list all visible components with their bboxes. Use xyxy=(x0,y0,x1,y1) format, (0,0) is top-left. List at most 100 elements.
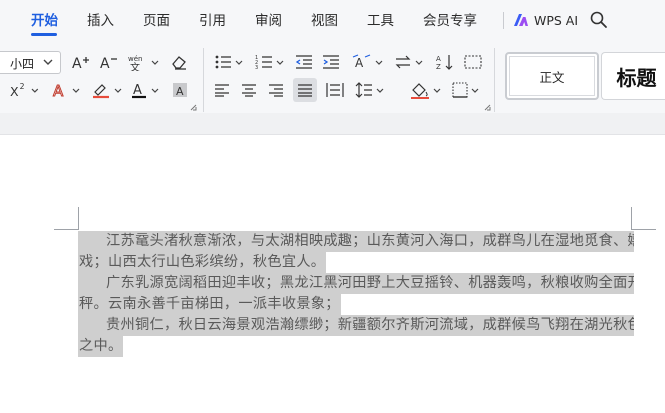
tab-page[interactable]: 页面 xyxy=(143,12,170,30)
wps-ai-label: WPS AI xyxy=(534,12,579,28)
wps-ai-button[interactable]: WPS AI xyxy=(513,11,578,29)
search-button[interactable] xyxy=(589,10,609,30)
sort-button[interactable]: A Z xyxy=(434,52,456,72)
tab-references[interactable]: 引用 xyxy=(199,12,226,30)
char-shading-button[interactable]: A xyxy=(170,80,190,100)
align-right-button[interactable] xyxy=(266,80,286,100)
tab-insert[interactable]: 插入 xyxy=(87,12,114,30)
align-left-button[interactable] xyxy=(212,80,232,100)
chevron-down-icon xyxy=(151,60,158,65)
line-spacing-icon xyxy=(355,82,372,98)
tab-start[interactable]: 开始 xyxy=(31,12,58,30)
selected-text[interactable]: 广东乳源宽阔稻田迎丰收；黑龙江黑河田野上大豆摇铃、机器轰鸣，秋粮收购全面开 xyxy=(78,273,634,294)
selected-text[interactable]: 江苏鼋头渚秋意渐浓，与太湖相映成趣；山东黄河入海口，成群鸟儿在湿地觅食、嬉 xyxy=(78,231,634,252)
phonetic-guide-button[interactable]: wén 文 xyxy=(127,52,159,72)
sort-icon: A Z xyxy=(436,55,453,70)
margin-corner-right xyxy=(631,207,656,230)
tab-view[interactable]: 视图 xyxy=(311,12,338,30)
svg-text:A: A xyxy=(53,82,64,99)
tab-tools[interactable]: 工具 xyxy=(367,12,394,30)
grow-font-button[interactable]: A xyxy=(70,52,92,72)
shrink-font-icon: A xyxy=(100,56,117,71)
style-normal-card[interactable]: 正文 xyxy=(505,52,599,100)
style-gallery: 正文 标题 xyxy=(502,52,665,100)
text-line: 戏；山西太行山色彩缤纷，秋色宜人。 xyxy=(78,252,634,273)
font-size-value: 小四 xyxy=(10,57,35,71)
chevron-down-icon xyxy=(433,88,440,93)
margin-corner-left xyxy=(54,207,79,230)
chevron-down-icon xyxy=(43,59,53,65)
justify-button[interactable] xyxy=(293,78,317,102)
align-justify-icon xyxy=(298,84,312,97)
numbered-list-button[interactable]: 1 2 3 xyxy=(253,52,285,72)
highlight-button[interactable] xyxy=(89,80,123,100)
paragraph-dialog-launcher-icon[interactable] xyxy=(484,104,491,111)
bullet-list-icon xyxy=(215,55,231,69)
text-line: 之中。 xyxy=(78,336,634,357)
table-grid-icon xyxy=(464,55,482,69)
svg-text:3: 3 xyxy=(255,65,258,70)
chevron-down-icon xyxy=(276,60,283,65)
paint-bucket-icon xyxy=(410,83,429,99)
text-line: 秤。云南永善千亩梯田，一派丰收景象； xyxy=(78,294,634,315)
menu-bar: 开始 插入 页面 引用 审阅 视图 工具 会员专享 WPS AI xyxy=(0,0,665,40)
shading-button[interactable] xyxy=(409,80,441,100)
decrease-indent-button[interactable] xyxy=(294,52,314,72)
selected-text[interactable]: 贵州铜仁，秋日云海景观浩瀚缥缈；新疆额尔齐斯河流域，成群候鸟飞翔在湖光秋色 xyxy=(78,315,634,336)
bullet-list-button[interactable] xyxy=(212,52,244,72)
tab-review[interactable]: 审阅 xyxy=(255,12,282,30)
align-center-button[interactable] xyxy=(239,80,259,100)
border-icon xyxy=(451,82,468,98)
chevron-down-icon xyxy=(114,88,121,93)
phonetic-guide-icon: wén 文 xyxy=(128,55,142,71)
text-direction-icon: A xyxy=(352,54,370,70)
line-spacing-button[interactable] xyxy=(353,80,385,100)
svg-text:A: A xyxy=(133,83,142,98)
active-tab-indicator xyxy=(31,33,57,36)
ribbon-group-separator xyxy=(494,48,495,112)
svg-text:A: A xyxy=(355,56,364,70)
clear-format-button[interactable] xyxy=(168,52,190,72)
svg-text:2: 2 xyxy=(20,82,25,91)
font-color-button[interactable]: A xyxy=(129,80,159,100)
selected-text[interactable]: 戏；山西太行山色彩缤纷，秋色宜人。 xyxy=(78,252,327,273)
superscript-button[interactable]: X 2 xyxy=(9,80,39,100)
distribute-icon xyxy=(326,83,344,97)
text-effect-icon: A xyxy=(52,82,64,100)
ribbon-group-separator xyxy=(203,48,204,112)
font-color-icon: A xyxy=(131,83,146,99)
show-marks-button[interactable] xyxy=(462,52,484,72)
svg-text:Z: Z xyxy=(436,63,441,70)
text-line: 广东乳源宽阔稻田迎丰收；黑龙江黑河田野上大豆摇铃、机器轰鸣，秋粮收购全面开 xyxy=(78,273,634,294)
chevron-down-icon xyxy=(151,88,158,93)
text-effect-button[interactable]: A xyxy=(50,80,80,100)
style-heading-label: 标题 xyxy=(616,65,657,90)
ribbon-footer xyxy=(0,113,665,135)
svg-text:A: A xyxy=(72,56,82,71)
line-break-button[interactable] xyxy=(393,52,423,72)
font-dialog-launcher-icon[interactable] xyxy=(190,104,197,111)
wps-ai-logo-icon xyxy=(514,14,528,26)
distributed-align-button[interactable] xyxy=(324,80,346,100)
shrink-font-button[interactable]: A xyxy=(98,52,120,72)
selected-text[interactable]: 之中。 xyxy=(78,336,124,357)
text-line: 江苏鼋头渚秋意渐浓，与太湖相映成趣；山东黄河入海口，成群鸟儿在湿地觅食、嬉 xyxy=(78,231,634,252)
style-heading-card[interactable]: 标题 xyxy=(601,52,665,100)
chevron-down-icon xyxy=(415,60,422,65)
align-center-icon xyxy=(242,84,256,97)
selected-text[interactable]: 秤。云南永善千亩梯田，一派丰收景象； xyxy=(78,294,341,315)
text-direction-button[interactable]: A xyxy=(351,52,383,72)
svg-text:A: A xyxy=(176,85,184,98)
tab-member[interactable]: 会员专享 xyxy=(423,12,477,30)
font-size-select[interactable]: 小四 xyxy=(0,51,61,74)
document-canvas[interactable]: 江苏鼋头渚秋意渐浓，与太湖相映成趣；山东黄河入海口，成群鸟儿在湿地觅食、嬉 戏；… xyxy=(0,135,665,413)
document-text-body[interactable]: 江苏鼋头渚秋意渐浓，与太湖相映成趣；山东黄河入海口，成群鸟儿在湿地觅食、嬉 戏；… xyxy=(78,231,634,357)
chevron-down-icon xyxy=(375,60,382,65)
align-right-icon xyxy=(269,84,283,97)
svg-text:wén: wén xyxy=(128,55,142,63)
svg-text:文: 文 xyxy=(130,61,140,71)
chevron-down-icon xyxy=(235,60,242,65)
borders-button[interactable] xyxy=(451,80,479,100)
increase-indent-button[interactable] xyxy=(321,52,341,72)
style-normal-label: 正文 xyxy=(539,69,565,85)
